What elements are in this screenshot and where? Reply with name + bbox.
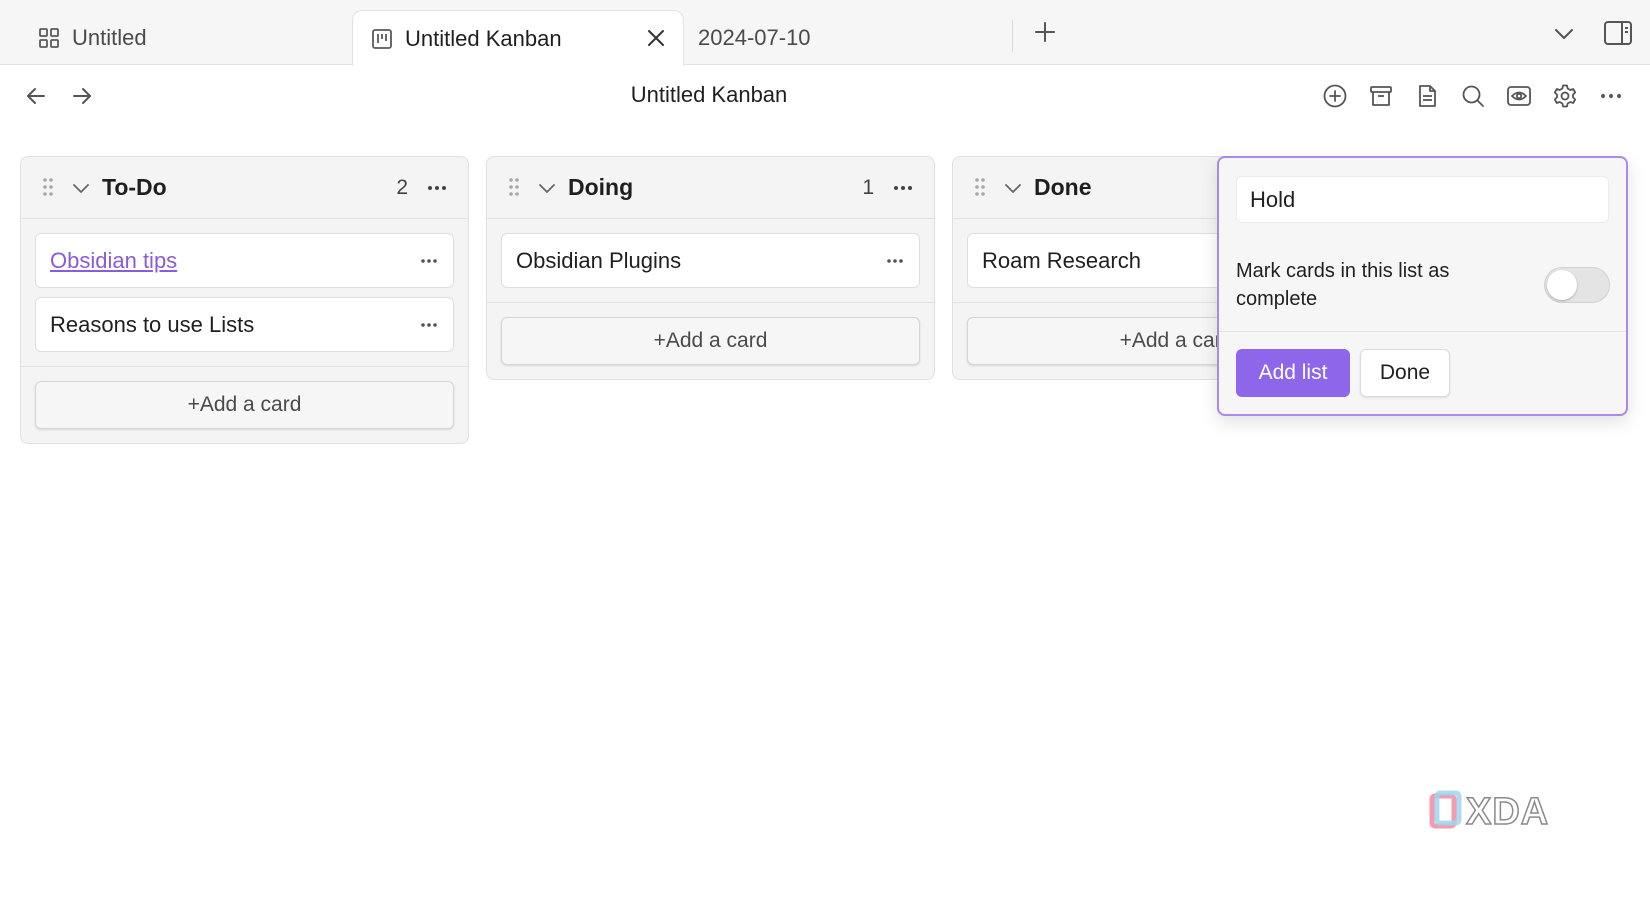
list-name-input[interactable] xyxy=(1236,176,1609,223)
lane-title[interactable]: Done xyxy=(1034,174,1092,201)
add-list-button[interactable]: Add list xyxy=(1236,349,1350,397)
chevron-down-icon[interactable] xyxy=(537,178,557,198)
lane-footer: +Add a card xyxy=(21,366,468,443)
card-text: Obsidian Plugins xyxy=(516,248,682,273)
card-link[interactable]: Obsidian tips xyxy=(50,248,177,274)
add-card-button[interactable]: +Add a card xyxy=(35,381,454,429)
page-title: Untitled Kanban xyxy=(630,82,788,107)
lane-footer: +Add a card xyxy=(487,302,934,379)
add-card-button[interactable]: +Add a card xyxy=(501,317,920,365)
lane-to-do: To-Do 2 Obsidian tips Reasons to use Lis… xyxy=(20,156,469,444)
drag-handle-icon[interactable] xyxy=(507,177,521,197)
more-icon[interactable] xyxy=(892,178,914,198)
add-list-form: Mark cards in this list as complete Add … xyxy=(1217,156,1628,416)
search-icon[interactable] xyxy=(1460,83,1486,109)
add-circle-icon[interactable] xyxy=(1322,83,1348,109)
view-icon[interactable] xyxy=(1506,83,1532,109)
drag-handle-icon[interactable] xyxy=(41,177,55,197)
tab-divider xyxy=(1012,20,1013,52)
xda-logo: XDA xyxy=(1429,790,1549,834)
lane-header: To-Do 2 xyxy=(21,157,468,219)
settings-icon[interactable] xyxy=(1552,83,1578,109)
document-icon[interactable] xyxy=(1414,83,1440,109)
tab-label: Untitled xyxy=(72,24,147,50)
lane-title[interactable]: Doing xyxy=(568,174,633,201)
more-icon[interactable] xyxy=(885,252,905,270)
mark-complete-label: Mark cards in this list as complete xyxy=(1236,260,1450,310)
archive-icon[interactable] xyxy=(1368,83,1394,109)
lane-title[interactable]: To-Do xyxy=(102,174,167,201)
lane-card-count: 1 xyxy=(862,176,874,199)
more-icon[interactable] xyxy=(1598,83,1624,109)
card-list: Obsidian tips Reasons to use Lists xyxy=(21,219,468,352)
card[interactable]: Obsidian Plugins xyxy=(501,233,920,288)
kanban-board-icon xyxy=(372,28,392,49)
lane-doing: Doing 1 Obsidian Plugins +Add a card xyxy=(486,156,935,380)
divider xyxy=(1219,331,1626,332)
tab-label: 2024-07-10 xyxy=(698,24,811,50)
chevron-down-icon[interactable] xyxy=(1552,22,1576,46)
card-text: Roam Research xyxy=(982,248,1141,273)
drag-handle-icon[interactable] xyxy=(973,177,987,197)
tab-untitled[interactable]: Untitled xyxy=(38,10,348,65)
mark-complete-toggle[interactable] xyxy=(1544,267,1610,303)
chevron-down-icon[interactable] xyxy=(71,178,91,198)
chevron-down-icon[interactable] xyxy=(1003,178,1023,198)
card-list: Obsidian Plugins xyxy=(487,219,934,288)
grid-icon xyxy=(39,27,59,48)
more-icon[interactable] xyxy=(419,316,439,334)
svg-text:XDA: XDA xyxy=(1466,791,1549,833)
tab-untitled-kanban[interactable]: Untitled Kanban xyxy=(352,10,684,66)
plus-icon[interactable] xyxy=(1033,20,1057,44)
card-text: Reasons to use Lists xyxy=(50,312,255,337)
lane-card-count: 2 xyxy=(396,176,408,199)
toggle-knob xyxy=(1547,270,1577,300)
done-button[interactable]: Done xyxy=(1360,349,1450,397)
tab-label: Untitled Kanban xyxy=(405,25,562,51)
card[interactable]: Obsidian tips xyxy=(35,233,454,288)
close-icon[interactable] xyxy=(645,27,667,49)
tab-daily-note[interactable]: 2024-07-10 xyxy=(698,10,998,65)
sidebar-toggle-icon[interactable] xyxy=(1603,19,1633,47)
tab-bar: Untitled Untitled Kanban 2024-07-10 xyxy=(0,0,1650,66)
lane-header: Doing 1 xyxy=(487,157,934,219)
card[interactable]: Reasons to use Lists xyxy=(35,297,454,352)
more-icon[interactable] xyxy=(426,178,448,198)
more-icon[interactable] xyxy=(419,252,439,270)
